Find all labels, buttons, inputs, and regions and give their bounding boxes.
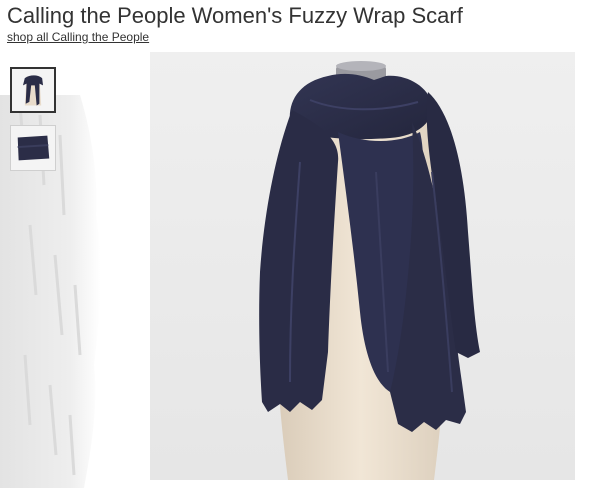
thumbnail-folded-image xyxy=(11,126,55,170)
thumbnail-mannequin[interactable] xyxy=(10,67,56,113)
scarf-on-mannequin-illustration xyxy=(150,52,575,480)
main-product-image xyxy=(150,52,575,480)
thumbnail-mannequin-image xyxy=(12,69,54,111)
thumbnail-folded[interactable] xyxy=(10,125,56,171)
shop-all-brand-link[interactable]: shop all Calling the People xyxy=(7,30,149,44)
product-title: Calling the People Women's Fuzzy Wrap Sc… xyxy=(7,3,463,28)
